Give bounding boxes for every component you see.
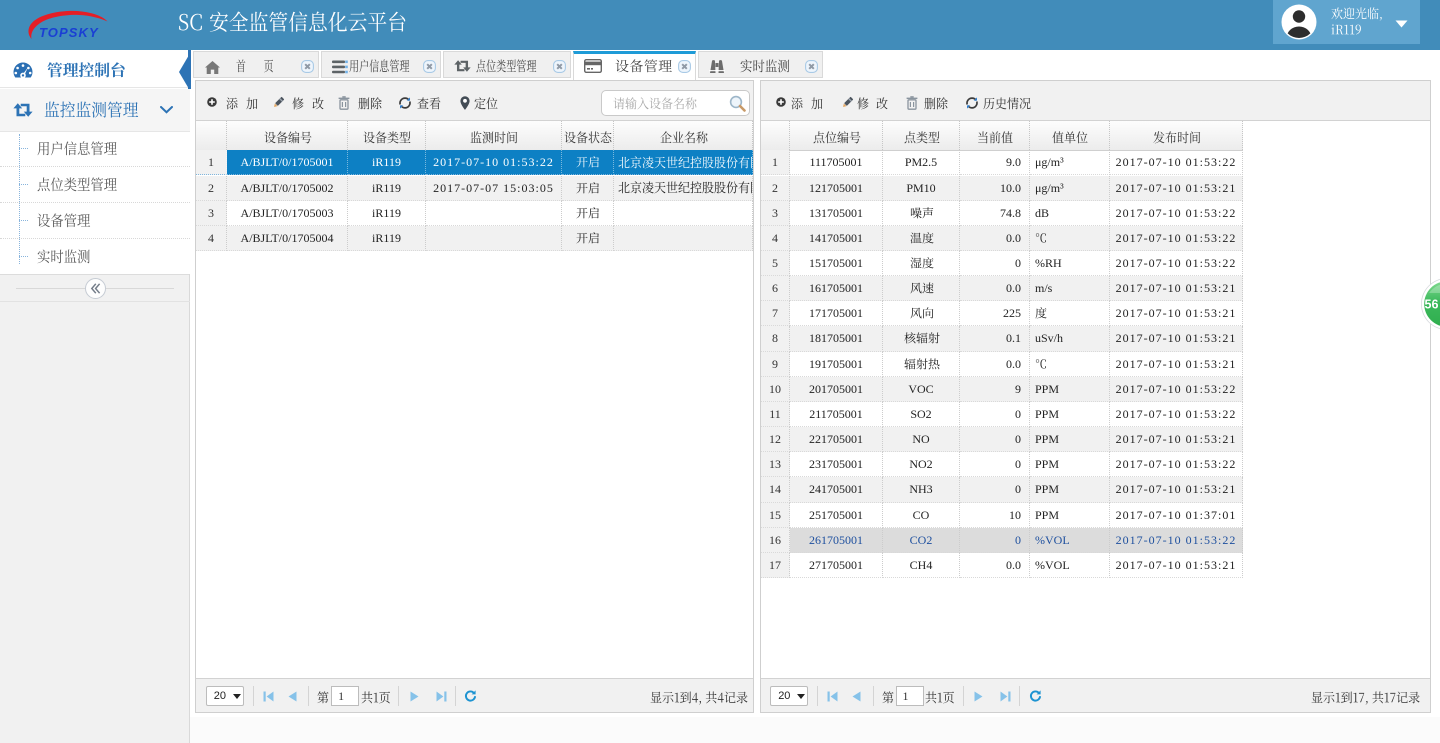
svg-text:TOPSKY: TOPSKY — [39, 25, 99, 40]
svg-text:56: 56 — [1425, 298, 1439, 312]
